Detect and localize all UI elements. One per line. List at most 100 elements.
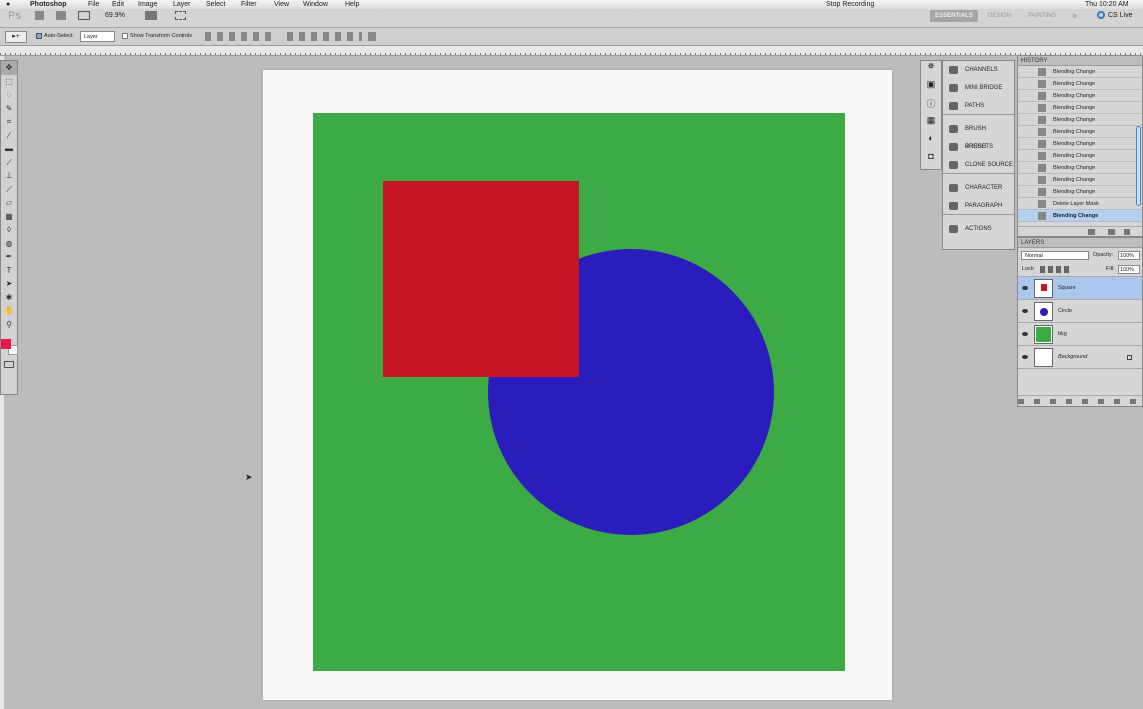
layer-row[interactable]: Circle xyxy=(1018,300,1142,323)
arrange-documents-icon[interactable] xyxy=(145,11,157,20)
history-state[interactable]: Blending Change xyxy=(1018,114,1142,126)
info-icon[interactable]: ⓘ xyxy=(921,97,941,115)
swatches-icon[interactable]: ▦ xyxy=(921,115,941,133)
brush-tool-icon[interactable]: ⟋ xyxy=(1,156,17,170)
navigator-icon[interactable]: ▣ xyxy=(921,79,941,97)
fill-input[interactable]: 100% xyxy=(1118,265,1140,274)
blend-mode-dropdown[interactable]: Normal xyxy=(1021,251,1089,260)
dock-mini-bridge[interactable]: MINI BRIDGE xyxy=(943,79,1014,97)
crop-tool-icon[interactable]: ⌗ xyxy=(1,115,17,129)
cs-live-button[interactable]: CS Live xyxy=(1108,12,1133,19)
menu-edit[interactable]: Edit xyxy=(112,0,124,9)
workspace-design[interactable]: DESIGN xyxy=(988,13,1011,19)
clone-stamp-tool-icon[interactable]: ⊥ xyxy=(1,169,17,183)
shape-tool-icon[interactable]: ✱ xyxy=(1,291,17,305)
layer-name[interactable]: Square xyxy=(1058,285,1076,291)
history-state[interactable]: Blending Change xyxy=(1018,78,1142,90)
show-transform-checkbox[interactable] xyxy=(122,33,128,39)
auto-select-target-dropdown[interactable]: Layer xyxy=(80,31,115,42)
type-tool-icon[interactable]: T xyxy=(1,264,17,278)
history-state[interactable]: Blending Change xyxy=(1018,210,1142,222)
menu-select[interactable]: Select xyxy=(206,0,225,9)
dock-clone-source[interactable]: CLONE SOURCE xyxy=(943,156,1014,174)
history-scrollbar[interactable] xyxy=(1136,126,1141,206)
menu-layer[interactable]: Layer xyxy=(173,0,191,9)
history-state[interactable]: Blending Change xyxy=(1018,174,1142,186)
mini-bridge-icon[interactable] xyxy=(56,11,66,20)
menu-filter[interactable]: Filter xyxy=(241,0,257,9)
zoom-level[interactable]: 69.9% xyxy=(105,12,125,19)
menu-file[interactable]: File xyxy=(88,0,99,9)
history-state[interactable]: Blending Change xyxy=(1018,186,1142,198)
new-snapshot-icon[interactable] xyxy=(1108,229,1115,235)
pen-tool-icon[interactable]: ✒ xyxy=(1,250,17,264)
quick-mask-icon[interactable] xyxy=(4,361,14,368)
auto-align-button[interactable] xyxy=(368,32,376,41)
dock-channels[interactable]: CHANNELS xyxy=(943,61,1014,79)
menu-window[interactable]: Window xyxy=(303,0,328,9)
screen-mode-icon[interactable] xyxy=(175,11,186,20)
styles-icon[interactable]: ◐ xyxy=(921,133,941,151)
layer-name[interactable]: Background xyxy=(1058,354,1087,360)
visibility-eye-icon[interactable] xyxy=(1022,309,1028,313)
history-state[interactable]: Blending Change xyxy=(1018,90,1142,102)
layers-title[interactable]: LAYERS xyxy=(1018,238,1142,248)
menu-help[interactable]: Help xyxy=(345,0,359,9)
foreground-color-swatch[interactable] xyxy=(1,339,11,349)
dock-brush[interactable]: BRUSH xyxy=(943,138,1014,156)
hand-tool-icon[interactable]: ✋ xyxy=(1,304,17,318)
lock-buttons[interactable] xyxy=(1040,266,1070,273)
dock-character[interactable]: CHARACTER xyxy=(943,179,1014,197)
gradient-tool-icon[interactable]: ▦ xyxy=(1,210,17,224)
quick-select-tool-icon[interactable]: ✎ xyxy=(1,102,17,116)
visibility-eye-icon[interactable] xyxy=(1022,286,1028,290)
history-state[interactable]: Blending Change xyxy=(1018,126,1142,138)
move-tool-icon[interactable]: ✥ xyxy=(1,61,17,75)
history-state[interactable]: Blending Change xyxy=(1018,150,1142,162)
dock-paragraph[interactable]: PARAGRAPH xyxy=(943,197,1014,215)
path-select-tool-icon[interactable]: ➤ xyxy=(1,277,17,291)
blur-tool-icon[interactable]: ◊ xyxy=(1,223,17,237)
eyedropper-tool-icon[interactable]: ⁄ xyxy=(1,129,17,143)
healing-brush-tool-icon[interactable]: ▬ xyxy=(1,142,17,156)
align-buttons[interactable] xyxy=(205,32,275,41)
distribute-buttons[interactable] xyxy=(287,32,362,41)
dock-actions[interactable]: ACTIONS xyxy=(943,220,1014,238)
apple-icon[interactable]: ● xyxy=(6,0,10,9)
masks-icon[interactable]: ◘ xyxy=(921,151,941,169)
layer-name[interactable]: Circle xyxy=(1058,308,1072,314)
workspace-painting[interactable]: PAINTING xyxy=(1028,13,1056,19)
menu-image[interactable]: Image xyxy=(138,0,157,9)
visibility-eye-icon[interactable] xyxy=(1022,355,1028,359)
dodge-tool-icon[interactable]: ◍ xyxy=(1,237,17,251)
tool-preset-picker[interactable]: ▸+ xyxy=(5,31,27,43)
dock-brush-presets[interactable]: BRUSH PRESETS xyxy=(943,120,1014,150)
history-brush-tool-icon[interactable]: ⟋ xyxy=(1,183,17,197)
layer-row[interactable]: bkg xyxy=(1018,323,1142,346)
bridge-icon[interactable] xyxy=(35,11,44,20)
layer-row[interactable]: Background xyxy=(1018,346,1142,369)
history-state[interactable]: Blending Change xyxy=(1018,162,1142,174)
visibility-eye-icon[interactable] xyxy=(1022,332,1028,336)
history-title[interactable]: HISTORY xyxy=(1018,56,1142,66)
lasso-tool-icon[interactable]: ◌ xyxy=(1,88,17,102)
trash-icon[interactable] xyxy=(1124,229,1130,235)
dock-paths[interactable]: PATHS xyxy=(943,97,1014,115)
new-document-from-state-icon[interactable] xyxy=(1088,229,1095,235)
history-state[interactable]: Blending Change xyxy=(1018,102,1142,114)
stop-recording[interactable]: Stop Recording xyxy=(826,0,874,9)
history-state[interactable]: Delete Layer Mask xyxy=(1018,198,1142,210)
eraser-tool-icon[interactable]: ▱ xyxy=(1,196,17,210)
view-extras-icon[interactable] xyxy=(78,11,90,20)
history-state[interactable]: Blending Change xyxy=(1018,66,1142,78)
opacity-input[interactable]: 100% xyxy=(1118,251,1140,260)
adjustments-icon[interactable]: ✵ xyxy=(921,61,941,79)
menu-view[interactable]: View xyxy=(274,0,289,9)
layers-footer-buttons[interactable] xyxy=(1018,395,1142,406)
zoom-tool-icon[interactable]: ⚲ xyxy=(1,318,17,332)
auto-select-checkbox[interactable] xyxy=(36,33,42,39)
layer-row[interactable]: Square xyxy=(1018,277,1142,300)
workspace-essentials[interactable]: ESSENTIALS xyxy=(930,10,978,22)
more-workspaces-icon[interactable]: » xyxy=(1072,10,1077,20)
layer-name[interactable]: bkg xyxy=(1058,331,1067,337)
